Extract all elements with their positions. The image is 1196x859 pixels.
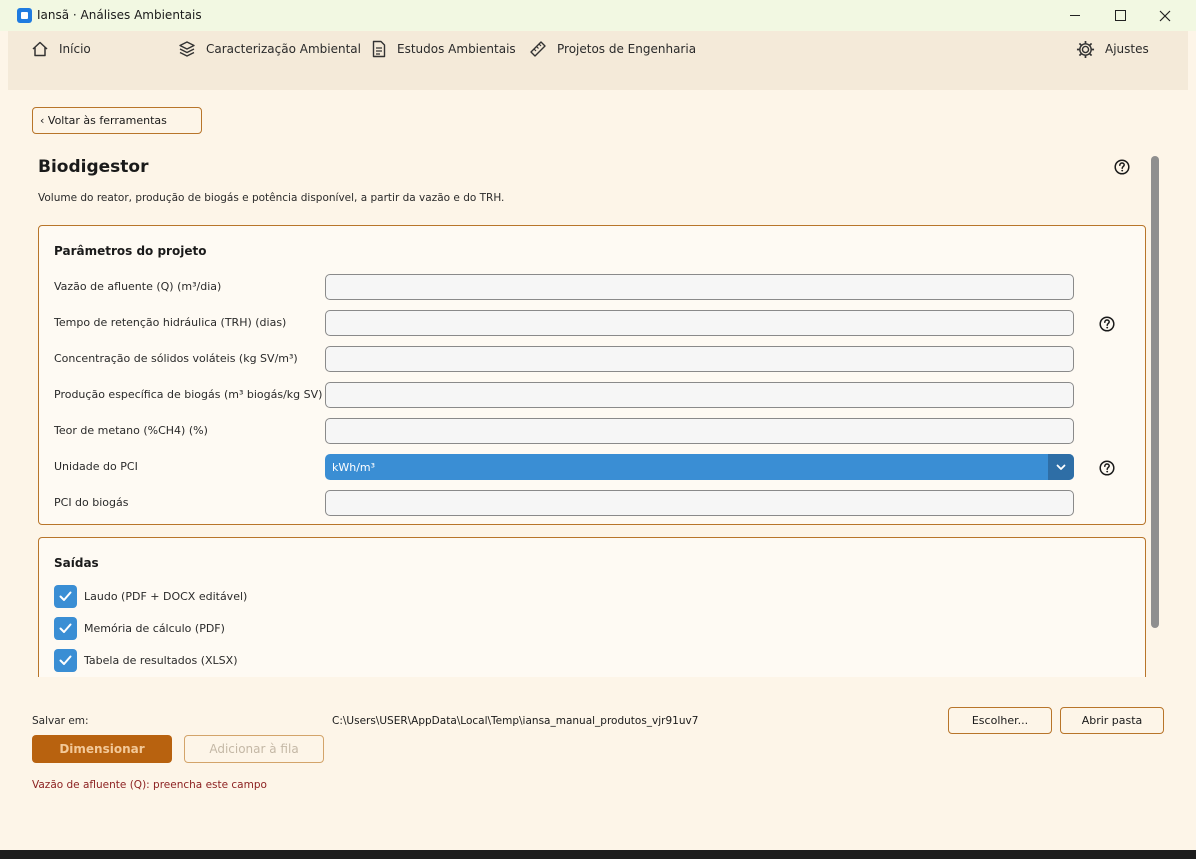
help-icon[interactable] <box>1099 460 1115 476</box>
producao-input[interactable] <box>325 382 1074 408</box>
add-to-queue-button[interactable]: Adicionar à fila <box>184 735 324 763</box>
chevron-down-icon <box>1056 464 1066 470</box>
checkbox-label: Memória de cálculo (PDF) <box>84 622 225 635</box>
nav-item-caracterizacao[interactable]: Caracterização Ambiental <box>178 39 361 59</box>
dimensionar-button[interactable]: Dimensionar <box>32 735 172 763</box>
nav-item-label: Caracterização Ambiental <box>206 42 361 56</box>
vazao-input[interactable] <box>325 274 1074 300</box>
scrollbar[interactable] <box>1151 156 1159 628</box>
top-nav: Início Caracterização Ambiental Estudos … <box>8 31 1188 90</box>
minimize-button[interactable] <box>1052 0 1098 31</box>
checkbox-checked[interactable] <box>54 585 77 608</box>
checkbox-label: Tabela de resultados (XLSX) <box>84 654 238 667</box>
maximize-button[interactable] <box>1097 0 1143 31</box>
page-title: Biodigestor <box>38 157 149 177</box>
nav-item-label: Estudos Ambientais <box>397 42 516 56</box>
choose-folder-button[interactable]: Escolher... <box>948 707 1052 734</box>
checkbox-checked[interactable] <box>54 649 77 672</box>
field-label-vazao: Vazão de afluente (Q) (m³/dia) <box>54 280 222 293</box>
checkbox-checked[interactable] <box>54 617 77 640</box>
trh-input[interactable] <box>325 310 1074 336</box>
metano-input[interactable] <box>325 418 1074 444</box>
ruler-icon <box>530 41 546 57</box>
document-icon <box>372 40 386 58</box>
output-memoria[interactable]: Memória de cálculo (PDF) <box>54 617 225 640</box>
field-label-unidade-pci: Unidade do PCI <box>54 460 138 473</box>
back-to-tools-button[interactable]: ‹ Voltar às ferramentas <box>32 107 202 134</box>
close-button[interactable] <box>1142 0 1188 31</box>
nav-item-ajustes[interactable]: Ajustes <box>1076 39 1149 59</box>
title-bar: Iansã · Análises Ambientais <box>0 0 1196 31</box>
field-label-trh: Tempo de retenção hidráulica (TRH) (dias… <box>54 316 287 329</box>
save-path: C:\Users\USER\AppData\Local\Temp\iansa_m… <box>332 715 699 727</box>
outputs-panel: Saídas Laudo (PDF + DOCX editável) Memór… <box>38 537 1146 677</box>
nav-item-projetos[interactable]: Projetos de Engenharia <box>529 39 696 59</box>
checkbox-label: Laudo (PDF + DOCX editável) <box>84 590 248 603</box>
app-logo-icon <box>17 8 32 23</box>
gear-icon <box>1076 40 1095 58</box>
nav-item-estudos[interactable]: Estudos Ambientais <box>371 39 516 59</box>
outputs-panel-title: Saídas <box>54 556 99 570</box>
window-title: Iansã · Análises Ambientais <box>37 8 202 22</box>
nav-item-label: Ajustes <box>1105 42 1149 56</box>
field-label-metano: Teor de metano (%CH4) (%) <box>54 424 208 437</box>
app-window: Iansã · Análises Ambientais Início Carac… <box>0 0 1196 850</box>
layers-icon <box>179 41 195 57</box>
output-laudo[interactable]: Laudo (PDF + DOCX editável) <box>54 585 247 608</box>
output-tabela[interactable]: Tabela de resultados (XLSX) <box>54 649 238 672</box>
close-icon <box>1159 10 1171 21</box>
field-label-pci: PCI do biogás <box>54 496 129 509</box>
save-location-label: Salvar em: <box>32 715 89 727</box>
pci-input[interactable] <box>325 490 1074 516</box>
solidos-input[interactable] <box>325 346 1074 372</box>
field-label-solidos: Concentração de sólidos voláteis (kg SV/… <box>54 352 298 365</box>
params-panel: Parâmetros do projeto Vazão de afluente … <box>38 225 1146 525</box>
unidade-pci-select[interactable]: kWh/m³ <box>325 454 1074 480</box>
help-icon[interactable] <box>1114 159 1130 175</box>
params-panel-title: Parâmetros do projeto <box>54 244 207 258</box>
validation-error: Vazão de afluente (Q): preencha este cam… <box>32 779 267 791</box>
check-icon <box>59 623 72 633</box>
select-value: kWh/m³ <box>332 460 376 474</box>
nav-item-label: Projetos de Engenharia <box>557 42 697 56</box>
select-arrow[interactable] <box>1048 454 1074 480</box>
home-icon <box>32 41 48 57</box>
check-icon <box>59 655 72 665</box>
nav-item-inicio[interactable]: Início <box>31 39 91 59</box>
help-icon[interactable] <box>1099 316 1115 332</box>
open-folder-button[interactable]: Abrir pasta <box>1060 707 1164 734</box>
nav-item-label: Início <box>59 42 91 56</box>
check-icon <box>59 591 72 601</box>
field-label-producao: Produção específica de biogás (m³ biogás… <box>54 388 323 401</box>
page-description: Volume do reator, produção de biogás e p… <box>38 192 505 204</box>
